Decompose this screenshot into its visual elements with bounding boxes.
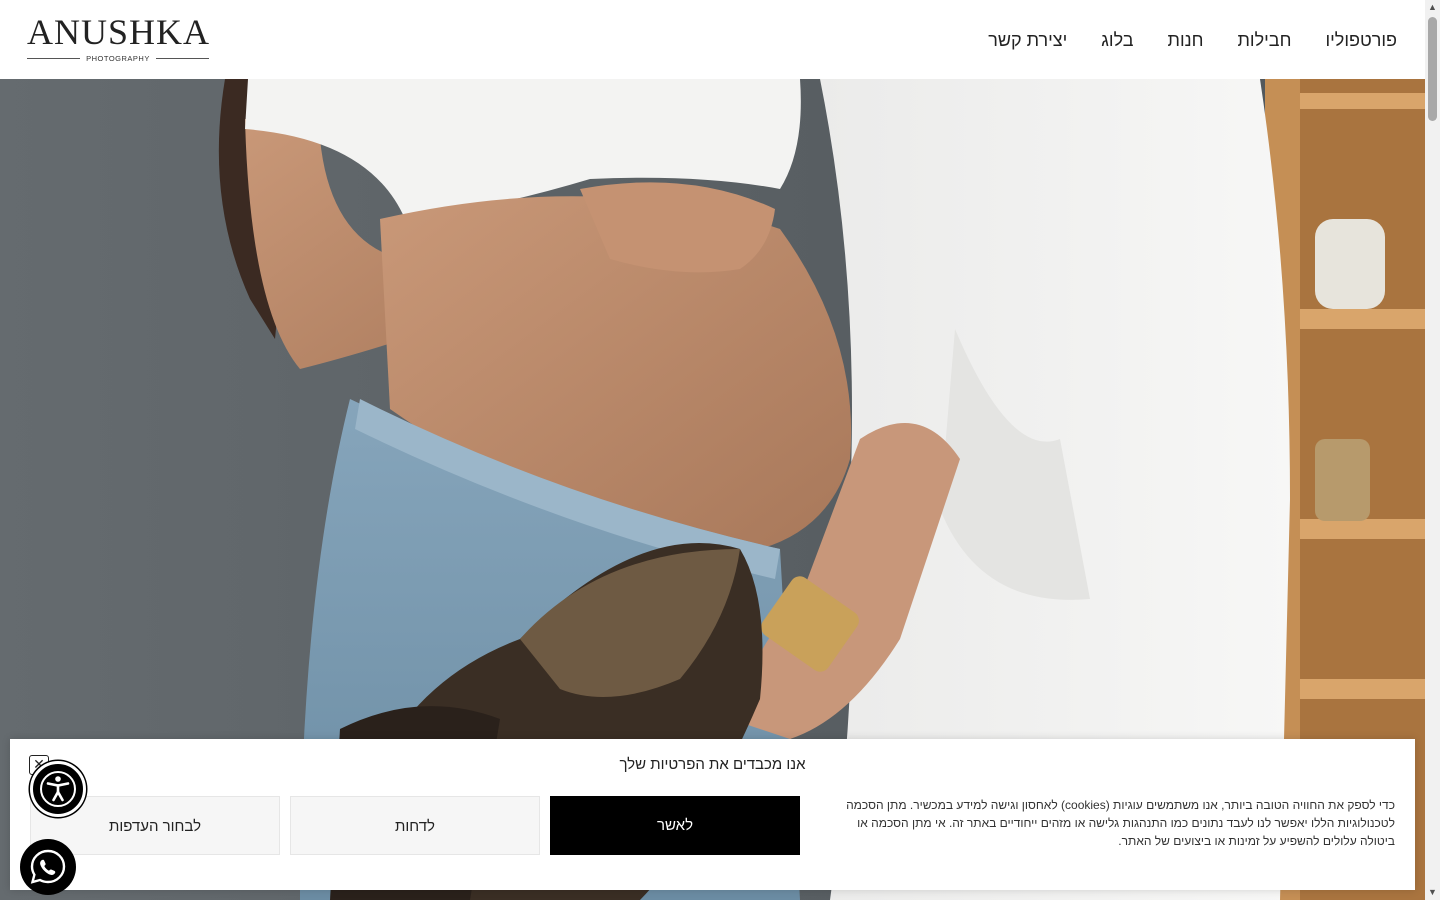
main-nav: פורטפוליו חבילות חנות בלוג יצירת קשר (988, 30, 1397, 51)
nav-portfolio[interactable]: פורטפוליו (1325, 30, 1397, 51)
logo-tagline: PHOTOGRAPHY (86, 54, 150, 63)
page-scrollbar[interactable]: ▲ ▼ (1425, 0, 1440, 900)
logo-tagline-row: PHOTOGRAPHY (27, 54, 209, 63)
logo-wordmark: ANUSHKA (27, 12, 211, 52)
scroll-thumb[interactable] (1428, 17, 1437, 121)
nav-packages[interactable]: חבילות (1237, 30, 1291, 51)
deny-button[interactable]: לדחות (290, 796, 540, 855)
logo[interactable]: ANUSHKA PHOTOGRAPHY (27, 14, 209, 66)
nav-blog[interactable]: בלוג (1101, 30, 1133, 51)
whatsapp-icon (30, 849, 66, 884)
whatsapp-button[interactable] (20, 839, 76, 895)
accessibility-button[interactable] (30, 761, 86, 817)
accept-button[interactable]: לאשר (550, 796, 800, 855)
site-header: ANUSHKA PHOTOGRAPHY פורטפוליו חבילות חנו… (0, 0, 1425, 79)
nav-contact[interactable]: יצירת קשר (988, 30, 1067, 51)
scroll-up-icon[interactable]: ▲ (1425, 0, 1440, 15)
scroll-down-icon[interactable]: ▼ (1425, 885, 1440, 900)
accessibility-icon (40, 771, 76, 807)
cookie-title: אנו מכבדים את הפרטיות שלך (619, 756, 806, 773)
cookie-text: כדי לספק את החוויה הטובה ביותר, אנו משתמ… (846, 798, 1395, 848)
divider (27, 58, 81, 59)
nav-shop[interactable]: חנות (1168, 30, 1204, 51)
divider (155, 58, 209, 59)
cookie-banner: ✕ אנו מכבדים את הפרטיות שלך כדי לספק את … (10, 739, 1415, 890)
